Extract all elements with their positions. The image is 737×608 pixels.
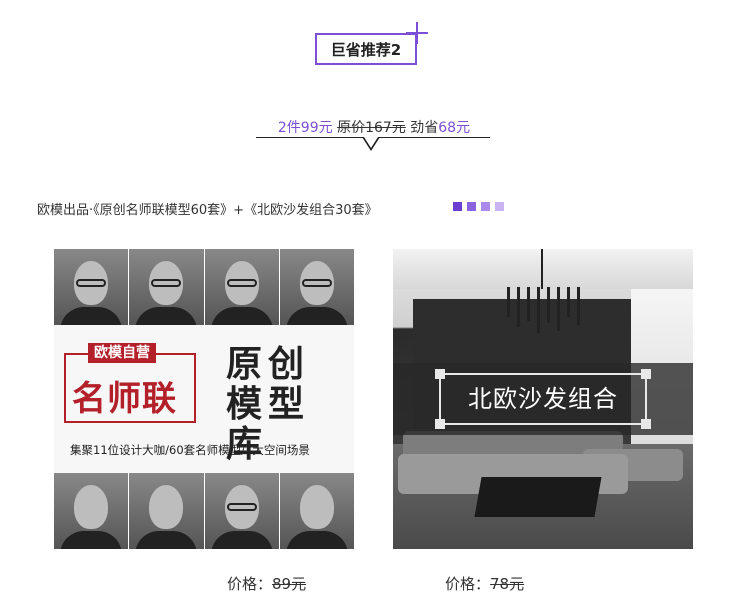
brand-name: 名师联 <box>72 379 177 419</box>
promo-save-label: 劲省 <box>410 120 439 136</box>
designer-portrait <box>129 249 205 325</box>
designer-portraits-bottom <box>54 473 354 549</box>
designer-portrait <box>54 249 130 325</box>
banner-text: 北欧沙发组合 <box>468 385 618 413</box>
dot-icon <box>481 202 490 211</box>
product-price: 价格：78元 <box>445 573 524 594</box>
dot-icon <box>453 202 462 211</box>
decorative-dots <box>453 202 504 211</box>
coffee-table <box>474 477 602 517</box>
promo-original: 原价167元 <box>337 120 406 136</box>
designer-portrait <box>204 249 280 325</box>
product-price: 价格：89元 <box>227 573 306 594</box>
price-label: 价格： <box>227 575 273 593</box>
section-tag: 巨省推荐2 <box>315 33 417 65</box>
price-value: 78元 <box>490 575 525 593</box>
promo-save-amount: 68元 <box>438 120 471 136</box>
product-image-nordic-sofa[interactable]: 北欧沙发组合 <box>393 249 693 549</box>
product-subtitle: 集聚11位设计大咖/60套名师模型/7大空间场景 <box>70 443 310 457</box>
promo-deal: 2件99元 <box>277 120 333 136</box>
image-banner: 北欧沙发组合 <box>393 363 693 435</box>
bundle-description: 欧模出品·《原创名师联模型60套》+《北欧沙发组合30套》 <box>37 203 378 218</box>
product-image-designer-models[interactable]: 欧模自营 名师联 原创模型库 集聚11位设计大咖/60套名师模型/7大空间场景 <box>54 249 354 549</box>
price-label: 价格： <box>445 575 491 593</box>
designer-portrait <box>54 473 130 549</box>
designer-portraits-top <box>54 249 354 325</box>
price-value: 89元 <box>272 575 307 593</box>
brand-label: 欧模自营 <box>88 343 156 363</box>
dot-icon <box>467 202 476 211</box>
dot-icon <box>495 202 504 211</box>
chandelier-icon <box>503 287 583 335</box>
designer-portrait <box>129 473 205 549</box>
designer-portrait <box>279 473 354 549</box>
designer-portrait <box>204 473 280 549</box>
designer-portrait <box>279 249 354 325</box>
section-tag-label: 巨省推荐2 <box>330 40 402 59</box>
promo-line: 2件99元 原价167元 劲省68元 <box>258 117 490 137</box>
plus-icon <box>406 22 428 44</box>
